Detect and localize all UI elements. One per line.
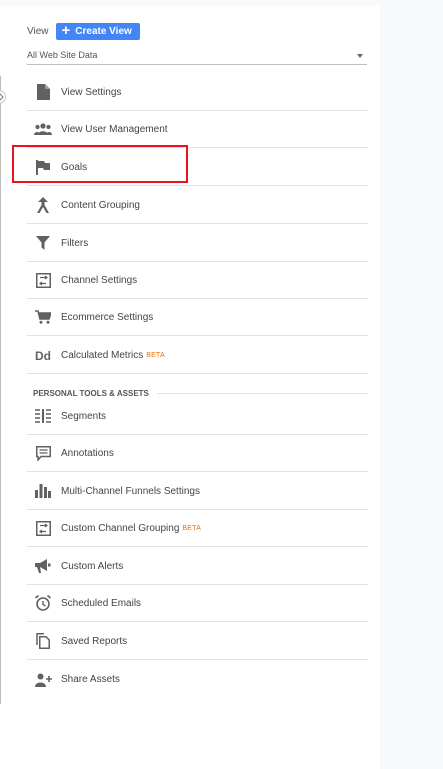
dd-icon: Dd [34,346,52,364]
add-person-icon [34,671,52,689]
menu-item-custom-alerts[interactable]: Custom Alerts [27,548,368,585]
section-divider [156,392,368,394]
bar-chart-icon [34,482,52,500]
menu-item-content-grouping[interactable]: Content Grouping [27,187,368,224]
menu-item-label: Goals [61,161,88,173]
menu-item-ecommerce-settings[interactable]: Ecommerce Settings [27,299,368,336]
menu-item-custom-channel-grouping[interactable]: Custom Channel Grouping BETA [27,510,368,547]
menu-item-label: Calculated Metrics [61,349,144,361]
menu-item-label: Annotations [61,447,114,459]
menu-item-share-assets[interactable]: Share Assets [27,661,368,698]
menu-item-filters[interactable]: Filters [27,225,368,262]
filter-icon [34,234,52,252]
beta-badge: BETA [182,524,201,532]
view-label: View [27,25,49,37]
menu-item-annotations[interactable]: Annotations [27,435,368,472]
plus-icon: + [61,22,71,39]
menu-item-label: Multi-Channel Funnels Settings [61,485,200,497]
copy-document-icon [34,632,52,650]
document-icon [34,83,52,101]
menu-item-label: Ecommerce Settings [61,311,154,323]
menu-item-channel-settings[interactable]: Channel Settings [27,262,368,299]
selected-view-value: All Web Site Data [27,50,98,60]
menu-item-calculated-metrics[interactable]: Dd Calculated Metrics BETA [27,337,368,374]
svg-text:Dd: Dd [35,349,51,361]
menu-item-label: View User Management [61,123,168,135]
collapse-handle[interactable] [0,90,6,104]
menu-item-view-settings[interactable]: View Settings [27,74,368,111]
chevron-right-icon [0,93,4,101]
channel-icon [34,271,52,289]
menu-item-multi-channel-funnels-settings[interactable]: Multi-Channel Funnels Settings [27,473,368,510]
menu-item-label: Segments [61,410,107,422]
panel-left-divider [0,76,1,704]
menu-item-goals[interactable]: Goals [27,149,368,186]
cart-icon [34,308,52,326]
create-view-label: Create View [75,25,132,37]
menu-item-label: Custom Alerts [61,560,124,572]
menu-item-label: Custom Channel Grouping [61,522,180,534]
merge-icon [34,196,52,214]
alarm-clock-icon [34,594,52,612]
menu-item-label: Content Grouping [61,199,140,211]
view-selector-dropdown[interactable]: All Web Site Data [27,47,367,65]
menu-item-view-user-management[interactable]: View User Management [27,111,368,148]
menu-item-label: Filters [61,237,89,249]
channel-icon [34,519,52,537]
beta-badge: BETA [146,351,165,359]
section-title: PERSONAL TOOLS & ASSETS [33,388,149,398]
view-header: View + Create View [27,22,140,40]
caret-down-icon [357,54,363,58]
menu-item-scheduled-emails[interactable]: Scheduled Emails [27,585,368,622]
menu-item-saved-reports[interactable]: Saved Reports [27,623,368,660]
flag-icon [34,158,52,176]
megaphone-icon [34,557,52,575]
menu-item-label: Scheduled Emails [61,597,142,609]
menu-item-label: Channel Settings [61,274,138,286]
menu-item-segments[interactable]: Segments [27,398,368,435]
menu-item-label: Share Assets [61,674,120,685]
segments-icon [34,407,52,425]
create-view-button[interactable]: + Create View [55,22,140,40]
menu-item-label: View Settings [61,86,122,98]
annotation-icon [34,444,52,462]
menu-item-label: Saved Reports [61,635,128,647]
users-icon [34,120,52,138]
